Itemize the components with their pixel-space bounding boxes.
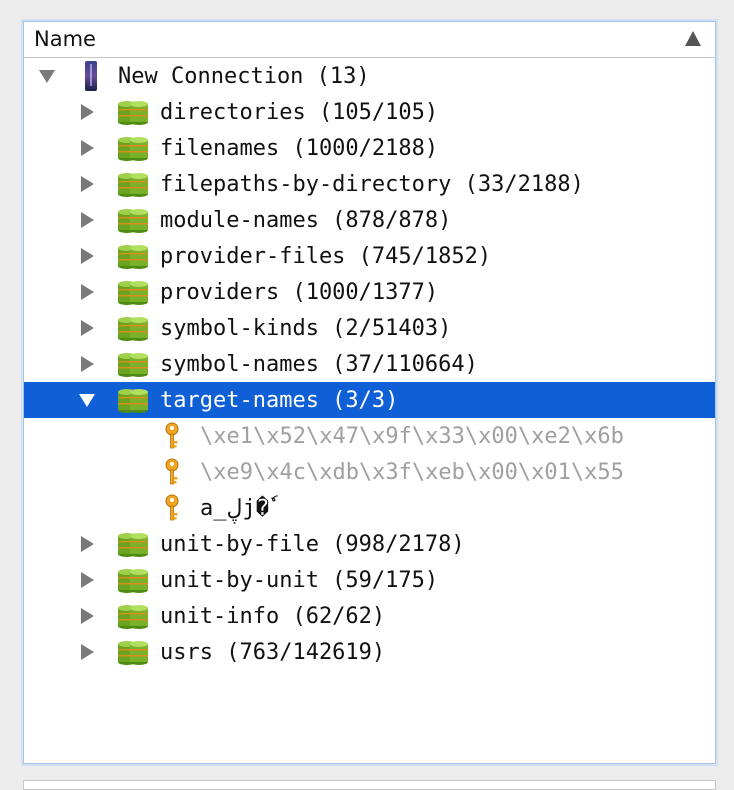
- key-icon: [165, 422, 179, 449]
- tree-row-table[interactable]: filenames (1000/2188): [24, 130, 715, 166]
- tree-row-target-names[interactable]: target-names (3/3): [24, 382, 715, 418]
- disclosure-triangle-icon[interactable]: [81, 284, 94, 300]
- bottom-panel-edge: [23, 780, 716, 790]
- table-icon-wrapper: [117, 638, 149, 672]
- table-cylinder-icon: [118, 641, 148, 665]
- tree-row-table[interactable]: filepaths-by-directory (33/2188): [24, 166, 715, 202]
- table-cylinder-icon: [118, 137, 148, 161]
- table-label: module-names (878/878): [160, 207, 452, 233]
- table-icon-wrapper: [117, 278, 149, 312]
- table-label: providers (1000/1377): [160, 279, 439, 305]
- table-cylinder-icon: [118, 245, 148, 269]
- table-label: symbol-kinds (2/51403): [160, 315, 452, 341]
- database-connection-icon: [85, 61, 97, 91]
- tree-panel: Name New Connection (13) directories (10…: [23, 21, 716, 764]
- table-icon-wrapper: [117, 242, 149, 276]
- table-label: filenames (1000/2188): [160, 135, 439, 161]
- table-icon-wrapper: [117, 134, 149, 168]
- table-icon-wrapper: [117, 98, 149, 132]
- tree-row-table[interactable]: symbol-kinds (2/51403): [24, 310, 715, 346]
- sort-ascending-icon[interactable]: [685, 31, 701, 46]
- disclosure-triangle-icon[interactable]: [79, 394, 95, 407]
- table-cylinder-icon: [118, 209, 148, 233]
- table-icon-wrapper: [117, 530, 149, 564]
- connection-label: New Connection (13): [118, 63, 370, 89]
- tree-row-table[interactable]: unit-by-unit (59/175): [24, 562, 715, 598]
- tree-row-table[interactable]: provider-files (745/1852): [24, 238, 715, 274]
- tree-row-table[interactable]: module-names (878/878): [24, 202, 715, 238]
- tree-row-table[interactable]: directories (105/105): [24, 94, 715, 130]
- tree-row-key[interactable]: \xe9\x4c\xdb\x3f\xeb\x00\x01\x55: [24, 454, 715, 490]
- disclosure-triangle-icon[interactable]: [81, 248, 94, 264]
- disclosure-triangle-icon[interactable]: [81, 176, 94, 192]
- tree-row-table[interactable]: unit-info (62/62): [24, 598, 715, 634]
- table-label: unit-info (62/62): [160, 603, 386, 629]
- disclosure-triangle-icon[interactable]: [81, 644, 94, 660]
- tree-row-table[interactable]: symbol-names (37/110664): [24, 346, 715, 382]
- table-icon-wrapper: [117, 314, 149, 348]
- key-icon-wrapper: [163, 494, 181, 528]
- table-icon-wrapper: [117, 602, 149, 636]
- table-cylinder-icon: [118, 605, 148, 629]
- table-cylinder-icon: [118, 389, 148, 413]
- table-label: symbol-names (37/110664): [160, 351, 478, 377]
- key-icon: [165, 458, 179, 485]
- tree-row-table[interactable]: usrs (763/142619): [24, 634, 715, 670]
- tree-row-table[interactable]: unit-by-file (998/2178): [24, 526, 715, 562]
- disclosure-triangle-icon[interactable]: [81, 356, 94, 372]
- table-cylinder-icon: [118, 173, 148, 197]
- table-icon-wrapper: [117, 350, 149, 384]
- disclosure-triangle-icon[interactable]: [39, 70, 55, 83]
- key-label: \xe1\x52\x47\x9f\x33\x00\xe2\x6b: [200, 423, 624, 449]
- disclosure-triangle-icon[interactable]: [81, 104, 94, 120]
- key-label: a_ڸj�ٗ: [200, 495, 269, 521]
- disclosure-triangle-icon[interactable]: [81, 608, 94, 624]
- column-header[interactable]: Name: [24, 22, 715, 58]
- table-icon-wrapper: [117, 170, 149, 204]
- disclosure-triangle-icon[interactable]: [81, 572, 94, 588]
- tree-row-table[interactable]: providers (1000/1377): [24, 274, 715, 310]
- key-icon: [165, 494, 179, 521]
- table-label: provider-files (745/1852): [160, 243, 492, 269]
- table-label: filepaths-by-directory (33/2188): [160, 171, 584, 197]
- key-icon-wrapper: [163, 458, 181, 492]
- column-header-name: Name: [34, 27, 96, 51]
- table-label: unit-by-file (998/2178): [160, 531, 465, 557]
- table-icon-wrapper: [117, 566, 149, 600]
- table-label: unit-by-unit (59/175): [160, 567, 439, 593]
- table-cylinder-icon: [118, 533, 148, 557]
- key-icon-wrapper: [163, 422, 181, 456]
- table-cylinder-icon: [118, 317, 148, 341]
- table-icon-wrapper: [117, 386, 149, 420]
- disclosure-triangle-icon[interactable]: [81, 536, 94, 552]
- table-icon-wrapper: [117, 206, 149, 240]
- table-label: usrs (763/142619): [160, 639, 386, 665]
- disclosure-triangle-icon[interactable]: [81, 320, 94, 336]
- table-cylinder-icon: [118, 101, 148, 125]
- outline-tree[interactable]: New Connection (13) directories (105/105…: [24, 58, 715, 763]
- disclosure-triangle-icon[interactable]: [81, 140, 94, 156]
- table-label: directories (105/105): [160, 99, 439, 125]
- disclosure-triangle-icon[interactable]: [81, 212, 94, 228]
- tree-row-connection[interactable]: New Connection (13): [24, 58, 715, 94]
- table-cylinder-icon: [118, 281, 148, 305]
- key-label: \xe9\x4c\xdb\x3f\xeb\x00\x01\x55: [200, 459, 624, 485]
- table-cylinder-icon: [118, 569, 148, 593]
- tree-row-key[interactable]: a_ڸj�ٗ: [24, 490, 715, 526]
- table-label: target-names (3/3): [160, 387, 399, 413]
- tree-row-key[interactable]: \xe1\x52\x47\x9f\x33\x00\xe2\x6b: [24, 418, 715, 454]
- table-cylinder-icon: [118, 353, 148, 377]
